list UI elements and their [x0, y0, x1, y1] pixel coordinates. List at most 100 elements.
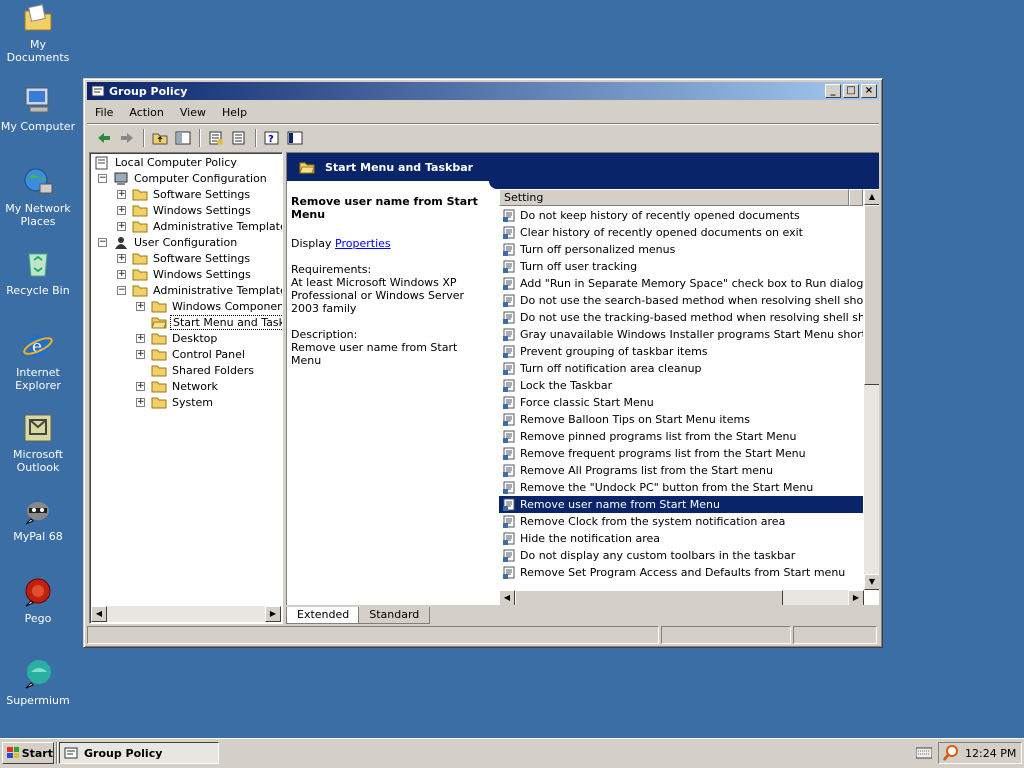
policy-setting-icon	[503, 447, 516, 460]
tree-item-system[interactable]: + System	[136, 394, 215, 410]
tree-item-windows-components[interactable]: + Windows Components	[136, 298, 282, 314]
show-hide-tree-button[interactable]	[172, 128, 194, 148]
list-item[interactable]: Force classic Start Menu	[499, 394, 863, 411]
list-item[interactable]: Remove the "Undock PC" button from the S…	[499, 479, 863, 496]
list-item[interactable]: Turn off personalized menus	[499, 241, 863, 258]
minimize-button[interactable]: _	[825, 84, 841, 98]
list-item-label: Clear history of recently opened documen…	[520, 226, 803, 239]
properties-button[interactable]	[205, 128, 227, 148]
desktop-icon-internet-explorer[interactable]: e Internet Explorer	[0, 330, 76, 392]
collapse-toggle[interactable]: −	[117, 285, 126, 295]
list-item[interactable]: Remove Set Program Access and Defaults f…	[499, 564, 863, 581]
column-header-setting[interactable]: Setting	[499, 189, 849, 206]
expand-toggle[interactable]: +	[136, 333, 145, 343]
list-item[interactable]: Lock the Taskbar	[499, 377, 863, 394]
tab-standard[interactable]: Standard	[358, 607, 431, 624]
list-item[interactable]: Gray unavailable Windows Installer progr…	[499, 326, 863, 343]
list-item[interactable]: Do not use the tracking-based method whe…	[499, 309, 863, 326]
expand-toggle[interactable]: +	[117, 269, 126, 279]
column-header-extra[interactable]	[849, 189, 863, 206]
list-item[interactable]: Remove frequent programs list from the S…	[499, 445, 863, 462]
list-item[interactable]: Remove Balloon Tips on Start Menu items	[499, 411, 863, 428]
tree-item-user-configuration[interactable]: − User Configuration	[98, 234, 239, 250]
tree-item-computer-configuration[interactable]: − Computer Configuration	[98, 170, 269, 186]
taskbar-button-group-policy[interactable]: Group Policy	[59, 742, 219, 764]
tree-item-desktop[interactable]: + Desktop	[136, 330, 219, 346]
list-item[interactable]: Remove Clock from the system notificatio…	[499, 513, 863, 530]
list-item[interactable]: Turn off user tracking	[499, 258, 863, 275]
tree-item-uc-windows-settings[interactable]: + Windows Settings	[117, 266, 253, 282]
scroll-left-button[interactable]: ◀	[499, 590, 515, 605]
tree-item-cc-administrative-templates[interactable]: + Administrative Templates	[117, 218, 282, 234]
list-item[interactable]: Prevent grouping of taskbar items	[499, 343, 863, 360]
expand-toggle[interactable]: +	[117, 205, 126, 215]
start-button[interactable]: Start	[2, 742, 54, 764]
close-button[interactable]: ×	[861, 84, 877, 98]
desktop-icon-my-documents[interactable]: My Documents	[0, 2, 76, 64]
expand-toggle[interactable]: +	[117, 253, 126, 263]
list-item[interactable]: Remove All Programs list from the Start …	[499, 462, 863, 479]
desktop-icon-my-network[interactable]: My Network Places	[0, 166, 76, 228]
expand-toggle[interactable]: +	[136, 349, 145, 359]
horizontal-scroll-thumb[interactable]	[515, 590, 783, 605]
back-button[interactable]	[93, 128, 115, 148]
list-item[interactable]: Remove pinned programs list from the Sta…	[499, 428, 863, 445]
tree-horizontal-scrollbar[interactable]: ◀ ▶	[91, 606, 281, 622]
tab-extended[interactable]: Extended	[286, 607, 361, 624]
forward-button[interactable]	[116, 128, 138, 148]
title-bar[interactable]: Group Policy _ □ ×	[87, 82, 879, 100]
desktop-icon-supermium[interactable]: Supermium	[0, 658, 76, 707]
expand-toggle[interactable]: +	[136, 381, 145, 391]
collapse-toggle[interactable]: −	[98, 173, 107, 183]
extended-view-button[interactable]	[284, 128, 306, 148]
expand-toggle[interactable]: +	[136, 301, 145, 311]
properties-link[interactable]: Properties	[335, 237, 391, 250]
search-magnifier-icon[interactable]	[943, 745, 959, 761]
tree-item-local-computer-policy[interactable]: Local Computer Policy	[94, 154, 239, 170]
tree-item-control-panel[interactable]: + Control Panel	[136, 346, 247, 362]
desktop-icon-pego[interactable]: Pego	[0, 576, 76, 625]
help-button[interactable]: ?	[261, 128, 283, 148]
expand-toggle[interactable]: +	[117, 221, 126, 231]
list-item[interactable]: Remove user name from Start Menu	[499, 496, 863, 513]
desktop-icon-my-computer[interactable]: My Computer	[0, 84, 76, 133]
keyboard-icon[interactable]	[915, 747, 933, 759]
export-list-button[interactable]	[228, 128, 250, 148]
scroll-right-button[interactable]: ▶	[848, 590, 864, 605]
collapse-toggle[interactable]: −	[98, 237, 107, 247]
expand-toggle[interactable]: +	[117, 189, 126, 199]
menu-action[interactable]: Action	[121, 106, 171, 119]
scroll-left-button[interactable]: ◀	[91, 606, 107, 622]
scroll-down-button[interactable]: ▼	[864, 574, 879, 590]
list-item[interactable]: Do not keep history of recently opened d…	[499, 207, 863, 224]
list-horizontal-scrollbar[interactable]: ◀ ▶	[499, 590, 864, 605]
menu-file[interactable]: File	[87, 106, 121, 119]
list-item[interactable]: Do not display any custom toolbars in th…	[499, 547, 863, 564]
tree-item-start-menu-taskbar[interactable]: Start Menu and Taskba	[151, 314, 282, 330]
menu-help[interactable]: Help	[214, 106, 255, 119]
scroll-right-button[interactable]: ▶	[265, 606, 281, 622]
tree-item-network[interactable]: + Network	[136, 378, 220, 394]
list-item[interactable]: Clear history of recently opened documen…	[499, 224, 863, 241]
menu-view[interactable]: View	[172, 106, 214, 119]
scroll-up-button[interactable]: ▲	[864, 189, 879, 205]
list-vertical-scrollbar[interactable]: ▲ ▼	[864, 189, 879, 590]
vertical-scroll-thumb[interactable]	[864, 205, 879, 385]
tree-item-cc-windows-settings[interactable]: + Windows Settings	[117, 202, 253, 218]
desktop-icon-outlook[interactable]: Microsoft Outlook	[0, 412, 76, 474]
tree-item-uc-administrative-templates[interactable]: − Administrative Templates	[117, 282, 282, 298]
expand-toggle[interactable]: +	[136, 397, 145, 407]
list-item[interactable]: Add "Run in Separate Memory Space" check…	[499, 275, 863, 292]
desktop-icon-mypal[interactable]: MyPal 68	[0, 494, 76, 543]
clock[interactable]: 12:24 PM	[965, 747, 1016, 760]
list-item-label: Hide the notification area	[520, 532, 661, 545]
list-item[interactable]: Turn off notification area cleanup	[499, 360, 863, 377]
tree-item-uc-software-settings[interactable]: + Software Settings	[117, 250, 252, 266]
list-item[interactable]: Do not use the search-based method when …	[499, 292, 863, 309]
maximize-button[interactable]: □	[843, 84, 859, 98]
up-one-level-button[interactable]	[149, 128, 171, 148]
tree-item-cc-software-settings[interactable]: + Software Settings	[117, 186, 252, 202]
tree-item-shared-folders[interactable]: Shared Folders	[151, 362, 256, 378]
desktop-icon-recycle-bin[interactable]: Recycle Bin	[0, 248, 76, 297]
list-item[interactable]: Hide the notification area	[499, 530, 863, 547]
